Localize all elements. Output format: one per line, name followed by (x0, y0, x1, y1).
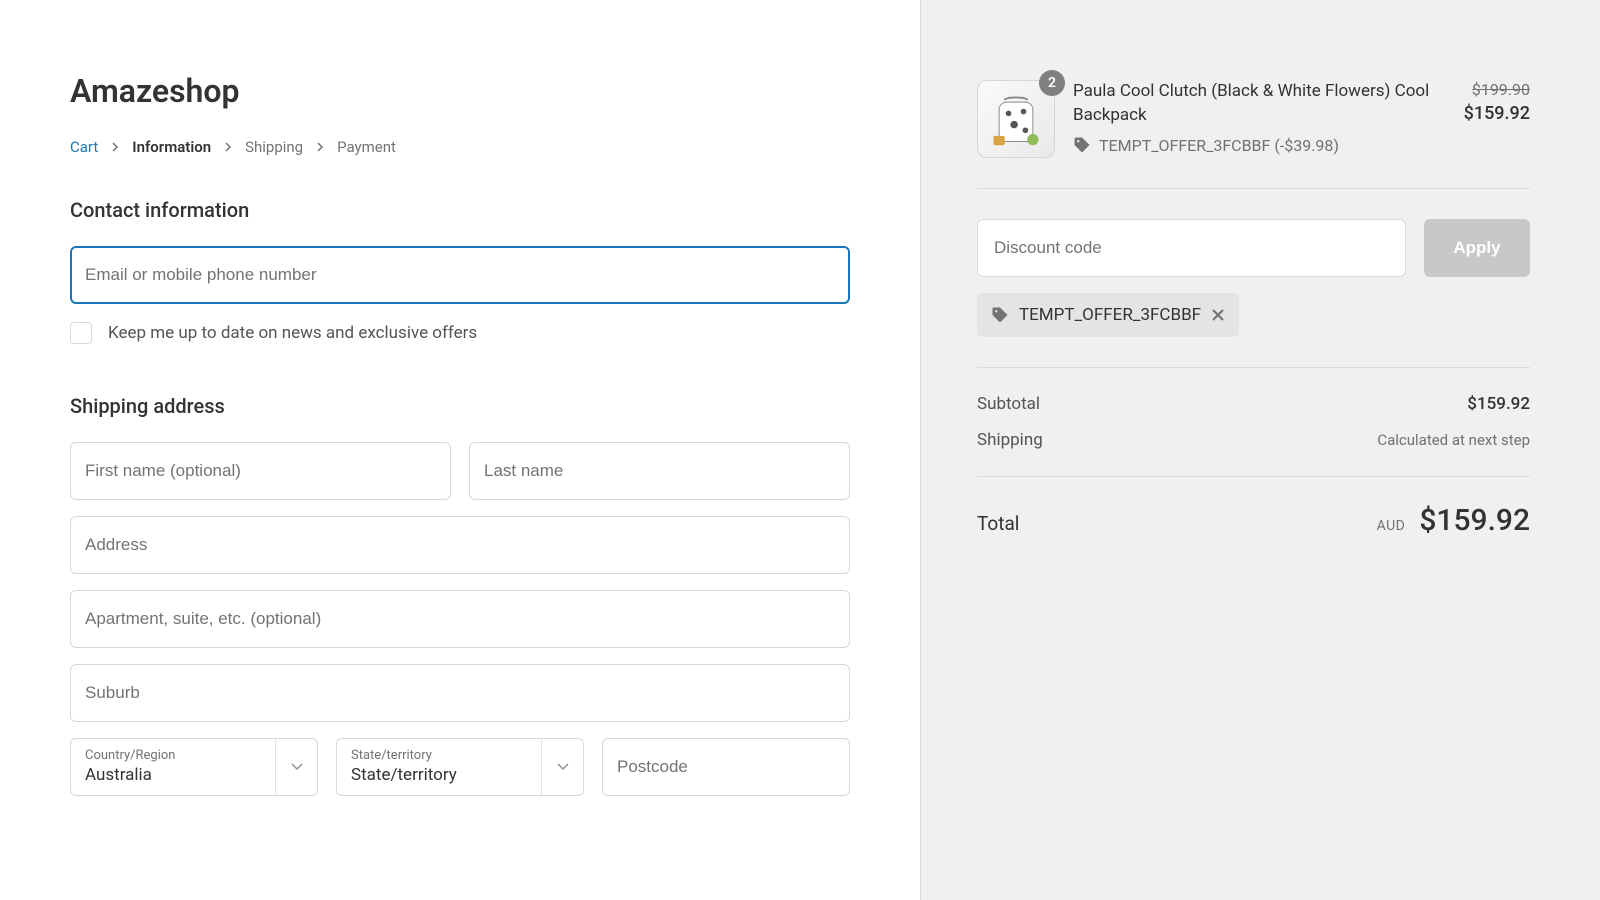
chevron-right-icon (110, 142, 120, 152)
breadcrumb-information: Information (132, 138, 211, 156)
state-label: State/territory (351, 748, 539, 764)
line-price: $159.92 (1464, 103, 1530, 124)
currency-code: AUD (1377, 518, 1406, 534)
checkout-page: Amazeshop Cart Information Shipping Paym… (0, 0, 1600, 900)
remove-discount-button[interactable] (1211, 308, 1225, 322)
product-prices: $199.90 $159.92 (1464, 80, 1530, 124)
cart-line-item: 2 Paula Cool Clutch (Black & White Flowe… (977, 80, 1530, 189)
suburb-field[interactable] (70, 664, 850, 722)
applied-discount-code: TEMPT_OFFER_3FCBBF (1019, 305, 1201, 325)
tag-icon (991, 306, 1009, 324)
breadcrumb-shipping: Shipping (245, 138, 303, 156)
shipping-row: Shipping Calculated at next step (977, 430, 1530, 450)
checkout-form-region: Amazeshop Cart Information Shipping Paym… (0, 0, 920, 900)
newsletter-row: Keep me up to date on news and exclusive… (70, 322, 850, 344)
shipping-note: Calculated at next step (1377, 431, 1530, 449)
address2-field[interactable] (70, 590, 850, 648)
product-thumbnail-wrap: 2 (977, 80, 1055, 158)
email-field[interactable] (70, 246, 850, 304)
country-value: Australia (85, 764, 273, 786)
subtotal-amount: $159.92 (1467, 394, 1530, 414)
shipping-label: Shipping (977, 430, 1043, 450)
state-value: State/territory (351, 764, 539, 786)
breadcrumb: Cart Information Shipping Payment (70, 138, 850, 156)
apply-discount-button[interactable]: Apply (1424, 219, 1530, 277)
tag-icon (1073, 136, 1091, 154)
subtotals-block: Subtotal $159.92 Shipping Calculated at … (977, 367, 1530, 450)
breadcrumb-payment: Payment (337, 138, 396, 156)
chevron-right-icon (223, 142, 233, 152)
product-title: Paula Cool Clutch (Black & White Flowers… (1073, 80, 1446, 128)
order-summary-region: 2 Paula Cool Clutch (Black & White Flowe… (920, 0, 1600, 900)
chevron-right-icon (315, 142, 325, 152)
discount-code-input[interactable] (977, 219, 1406, 277)
quantity-badge: 2 (1039, 70, 1065, 96)
caret-down-icon (275, 739, 317, 795)
first-name-field[interactable] (70, 442, 451, 500)
state-select[interactable]: State/territory State/territory (336, 738, 584, 796)
total-label: Total (977, 512, 1019, 535)
country-select[interactable]: Country/Region Australia (70, 738, 318, 796)
shipping-heading: Shipping address (70, 394, 850, 418)
newsletter-checkbox[interactable] (70, 322, 92, 344)
postcode-field[interactable] (602, 738, 850, 796)
country-label: Country/Region (85, 748, 273, 764)
breadcrumb-cart[interactable]: Cart (70, 138, 98, 156)
caret-down-icon (541, 739, 583, 795)
applied-discount-chip: TEMPT_OFFER_3FCBBF (977, 293, 1239, 337)
discount-entry-row: Apply (977, 219, 1530, 277)
product-discount-line: TEMPT_OFFER_3FCBBF (-$39.98) (1073, 136, 1446, 155)
contact-heading: Contact information (70, 198, 850, 222)
total-row: Total AUD $159.92 (977, 476, 1530, 538)
subtotal-label: Subtotal (977, 394, 1040, 414)
address-field[interactable] (70, 516, 850, 574)
subtotal-row: Subtotal $159.92 (977, 394, 1530, 414)
shop-name: Amazeshop (70, 72, 850, 110)
newsletter-label: Keep me up to date on news and exclusive… (108, 323, 477, 343)
total-amount: $159.92 (1419, 503, 1530, 538)
last-name-field[interactable] (469, 442, 850, 500)
compare-at-price: $199.90 (1464, 80, 1530, 99)
product-discount-text: TEMPT_OFFER_3FCBBF (-$39.98) (1099, 136, 1339, 155)
